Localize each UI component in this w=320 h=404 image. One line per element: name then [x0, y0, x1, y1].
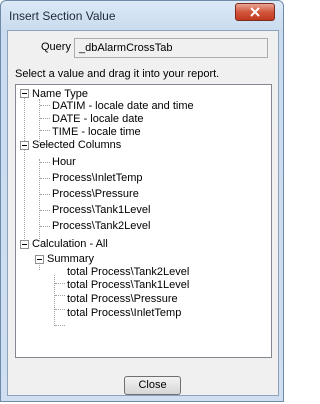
- collapse-icon[interactable]: [20, 240, 29, 249]
- tree-leaf-time[interactable]: TIME - locale time: [52, 126, 141, 138]
- tree-leaf-total-pressure[interactable]: total Process\Pressure: [67, 293, 178, 305]
- tree-node-name-type[interactable]: Name Type: [32, 88, 88, 100]
- tree-leaf-tank2level[interactable]: Process\Tank2Level: [52, 220, 150, 232]
- query-label: Query: [41, 41, 71, 53]
- value-tree[interactable]: Name Type DATIM - locale date and time D…: [15, 84, 272, 358]
- tree-leaf-date[interactable]: DATE - locale date: [52, 113, 144, 125]
- tree-leaf-pressure[interactable]: Process\Pressure: [52, 188, 139, 200]
- tree-leaf-tank1level[interactable]: Process\Tank1Level: [52, 204, 150, 216]
- window-title: Insert Section Value: [9, 9, 116, 23]
- dialog-client-area: Query _dbAlarmCrossTab Select a value an…: [7, 30, 279, 396]
- tree-leaf-total-inlettemp[interactable]: total Process\InletTemp: [67, 307, 181, 319]
- tree-leaf-inlettemp[interactable]: Process\InletTemp: [52, 172, 142, 184]
- collapse-icon[interactable]: [20, 141, 29, 150]
- instruction-text: Select a value and drag it into your rep…: [15, 68, 220, 80]
- tree-leaf-total-tank1level[interactable]: total Process\Tank1Level: [67, 279, 189, 291]
- tree-leaf-datim[interactable]: DATIM - locale date and time: [52, 100, 194, 112]
- query-row: Query _dbAlarmCrossTab: [8, 38, 278, 58]
- close-button[interactable]: Close: [124, 376, 181, 395]
- tree-node-selected-columns[interactable]: Selected Columns: [32, 139, 121, 151]
- tree-leaf-total-tank2level[interactable]: total Process\Tank2Level: [67, 266, 189, 278]
- collapse-icon[interactable]: [20, 89, 29, 98]
- dialog-window: Insert Section Value Query _dbAlarmCross…: [0, 0, 284, 402]
- collapse-icon[interactable]: [35, 255, 44, 264]
- title-bar[interactable]: Insert Section Value: [1, 1, 283, 29]
- query-field[interactable]: _dbAlarmCrossTab: [74, 38, 268, 58]
- tree-leaf-hour[interactable]: Hour: [52, 156, 76, 168]
- tree-node-calculation[interactable]: Calculation - All: [32, 238, 108, 250]
- tree-node-summary[interactable]: Summary: [47, 253, 94, 265]
- close-icon: [250, 7, 260, 17]
- window-close-button[interactable]: [235, 3, 275, 21]
